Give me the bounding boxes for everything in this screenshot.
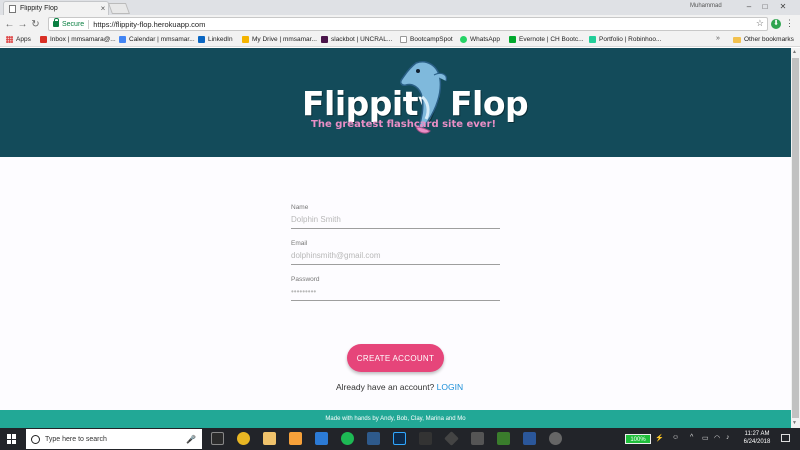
scrollbar-thumb[interactable] bbox=[792, 58, 799, 418]
email-field: Email bbox=[291, 240, 500, 265]
page-icon bbox=[9, 4, 16, 13]
action-center-icon[interactable] bbox=[781, 434, 790, 442]
email-label: Email bbox=[291, 240, 308, 247]
bookmark-drive[interactable]: My Drive | mmsamar... bbox=[242, 36, 317, 43]
footer-credits: Made with hands by Andy, Bob, Clay, Mari… bbox=[325, 416, 466, 422]
file-explorer-icon[interactable] bbox=[263, 432, 276, 445]
browser-tab-strip: Flippity Flop × Muhammad – □ ✕ bbox=[0, 0, 800, 15]
windows-start-icon[interactable] bbox=[7, 434, 17, 444]
site-footer: Made with hands by Andy, Bob, Clay, Mari… bbox=[0, 410, 791, 428]
cortana-icon bbox=[31, 434, 40, 444]
browser-toolbar: ← → ↻ Secure https://flippity-flop.herok… bbox=[0, 15, 800, 34]
minimize-icon[interactable]: – bbox=[742, 2, 756, 11]
sublime-text-icon[interactable] bbox=[289, 432, 302, 445]
login-prompt-text: Already have an account? bbox=[336, 382, 435, 392]
gmail-icon bbox=[40, 36, 47, 43]
drive-icon bbox=[242, 36, 249, 43]
scroll-up-icon[interactable]: ▲ bbox=[792, 49, 797, 55]
reload-icon[interactable]: ↻ bbox=[29, 19, 42, 30]
signup-form: Name Email Password CREATE ACCOUNT Alrea… bbox=[0, 157, 791, 410]
clock-date: 6/24/2018 bbox=[743, 439, 771, 445]
bookmark-evernote[interactable]: Evernote | CH Bootc... bbox=[509, 36, 584, 43]
slack-icon bbox=[321, 36, 328, 43]
back-icon[interactable]: ← bbox=[3, 19, 16, 30]
new-tab-button[interactable] bbox=[107, 3, 131, 14]
epic-games-icon[interactable] bbox=[419, 432, 432, 445]
evernote-icon bbox=[509, 36, 516, 43]
lock-icon bbox=[53, 18, 59, 27]
site-header: Flippity Flop The greatest flashcard sit… bbox=[0, 48, 791, 157]
linkedin-icon bbox=[198, 36, 205, 43]
power-icon[interactable]: ⚡ bbox=[655, 434, 664, 442]
bookmark-portfolio[interactable]: Portfolio | Robinhoo... bbox=[589, 36, 661, 43]
page-icon bbox=[400, 36, 407, 43]
page-scrollbar[interactable]: ▲ ▼ bbox=[791, 48, 800, 428]
bookmark-star-icon[interactable]: ☆ bbox=[756, 18, 764, 29]
bookmark-apps[interactable]: Apps bbox=[6, 36, 31, 43]
wifi-icon[interactable]: ◠ bbox=[714, 434, 720, 442]
bookmarks-bar: Apps Inbox | mmsamara@... Calendar | mms… bbox=[0, 34, 800, 47]
people-icon[interactable]: ☺ bbox=[672, 434, 679, 441]
divider bbox=[88, 19, 90, 29]
close-tab-icon[interactable]: × bbox=[98, 4, 108, 13]
name-input[interactable] bbox=[291, 211, 500, 229]
vscode-icon[interactable] bbox=[315, 432, 328, 445]
secure-label: Secure bbox=[62, 20, 85, 28]
apps-grid-icon bbox=[6, 36, 13, 43]
browser-menu-icon[interactable]: ⋮ bbox=[785, 18, 794, 29]
terminal-icon[interactable] bbox=[471, 432, 484, 445]
create-account-button[interactable]: CREATE ACCOUNT bbox=[347, 344, 444, 372]
show-hidden-icons[interactable]: ^ bbox=[690, 434, 693, 441]
git-icon[interactable] bbox=[444, 431, 459, 446]
chrome-icon[interactable] bbox=[237, 432, 250, 445]
password-field: Password bbox=[291, 276, 500, 301]
tab-title: Flippity Flop bbox=[20, 5, 58, 12]
extension-icon[interactable]: ⬇ bbox=[771, 19, 781, 29]
folder-icon bbox=[733, 36, 741, 43]
maximize-icon[interactable]: □ bbox=[758, 2, 772, 11]
address-bar[interactable]: Secure https://flippity-flop.herokuapp.c… bbox=[48, 17, 768, 31]
site-tagline: The greatest flashcard site ever! bbox=[311, 119, 497, 130]
bookmark-whatsapp[interactable]: WhatsApp bbox=[460, 36, 500, 43]
scroll-down-icon[interactable]: ▼ bbox=[792, 420, 797, 426]
bookmark-bootcampspot[interactable]: BootcampSpot bbox=[400, 36, 453, 43]
spotify-icon[interactable] bbox=[341, 432, 354, 445]
volume-icon[interactable]: ♪ bbox=[726, 434, 730, 441]
name-field: Name bbox=[291, 204, 500, 229]
bookmark-calendar[interactable]: Calendar | mmsamar... bbox=[119, 36, 195, 43]
bookmark-other[interactable]: Other bookmarks bbox=[733, 36, 794, 43]
photoshop-icon[interactable] bbox=[393, 432, 406, 445]
password-label: Password bbox=[291, 276, 320, 283]
battery-indicator[interactable]: 100% bbox=[625, 434, 651, 444]
login-prompt: Already have an account? LOGIN bbox=[336, 382, 463, 392]
network-icon[interactable]: ▭ bbox=[702, 434, 709, 442]
more-bookmarks-icon[interactable]: » bbox=[716, 35, 720, 42]
word-icon[interactable] bbox=[523, 432, 536, 445]
robinhood-icon bbox=[589, 36, 596, 43]
clock-time: 11:27 AM bbox=[744, 431, 770, 437]
bookmark-linkedin[interactable]: LinkedIn bbox=[198, 36, 233, 43]
task-view-icon[interactable] bbox=[211, 432, 224, 445]
profile-name[interactable]: Muhammad bbox=[690, 3, 722, 9]
app-icon[interactable] bbox=[367, 432, 380, 445]
email-input[interactable] bbox=[291, 247, 500, 265]
windows-taskbar: Type here to search 🎤 100% ⚡ ☺ ^ ▭ ◠ ♪ 1… bbox=[0, 428, 800, 450]
forward-icon[interactable]: → bbox=[16, 19, 29, 30]
calendar-icon bbox=[119, 36, 126, 43]
taskbar-search[interactable]: Type here to search 🎤 bbox=[26, 429, 202, 449]
url-text[interactable]: https://flippity-flop.herokuapp.com bbox=[93, 20, 205, 29]
bookmark-inbox[interactable]: Inbox | mmsamara@... bbox=[40, 36, 116, 43]
login-link[interactable]: LOGIN bbox=[437, 382, 463, 392]
whatsapp-icon bbox=[460, 36, 467, 43]
bookmark-slackbot[interactable]: slackbot | UNCRAL... bbox=[321, 36, 392, 43]
system-clock[interactable]: 11:27 AM 6/24/2018 bbox=[738, 430, 776, 446]
microphone-icon[interactable]: 🎤 bbox=[186, 435, 196, 444]
clock-app-icon[interactable] bbox=[549, 432, 562, 445]
app-icon[interactable] bbox=[497, 432, 510, 445]
name-label: Name bbox=[291, 204, 309, 211]
close-window-icon[interactable]: ✕ bbox=[776, 2, 790, 11]
password-input[interactable] bbox=[291, 283, 500, 301]
taskbar-search-placeholder: Type here to search bbox=[45, 435, 107, 443]
browser-tab[interactable]: Flippity Flop × bbox=[3, 1, 109, 15]
